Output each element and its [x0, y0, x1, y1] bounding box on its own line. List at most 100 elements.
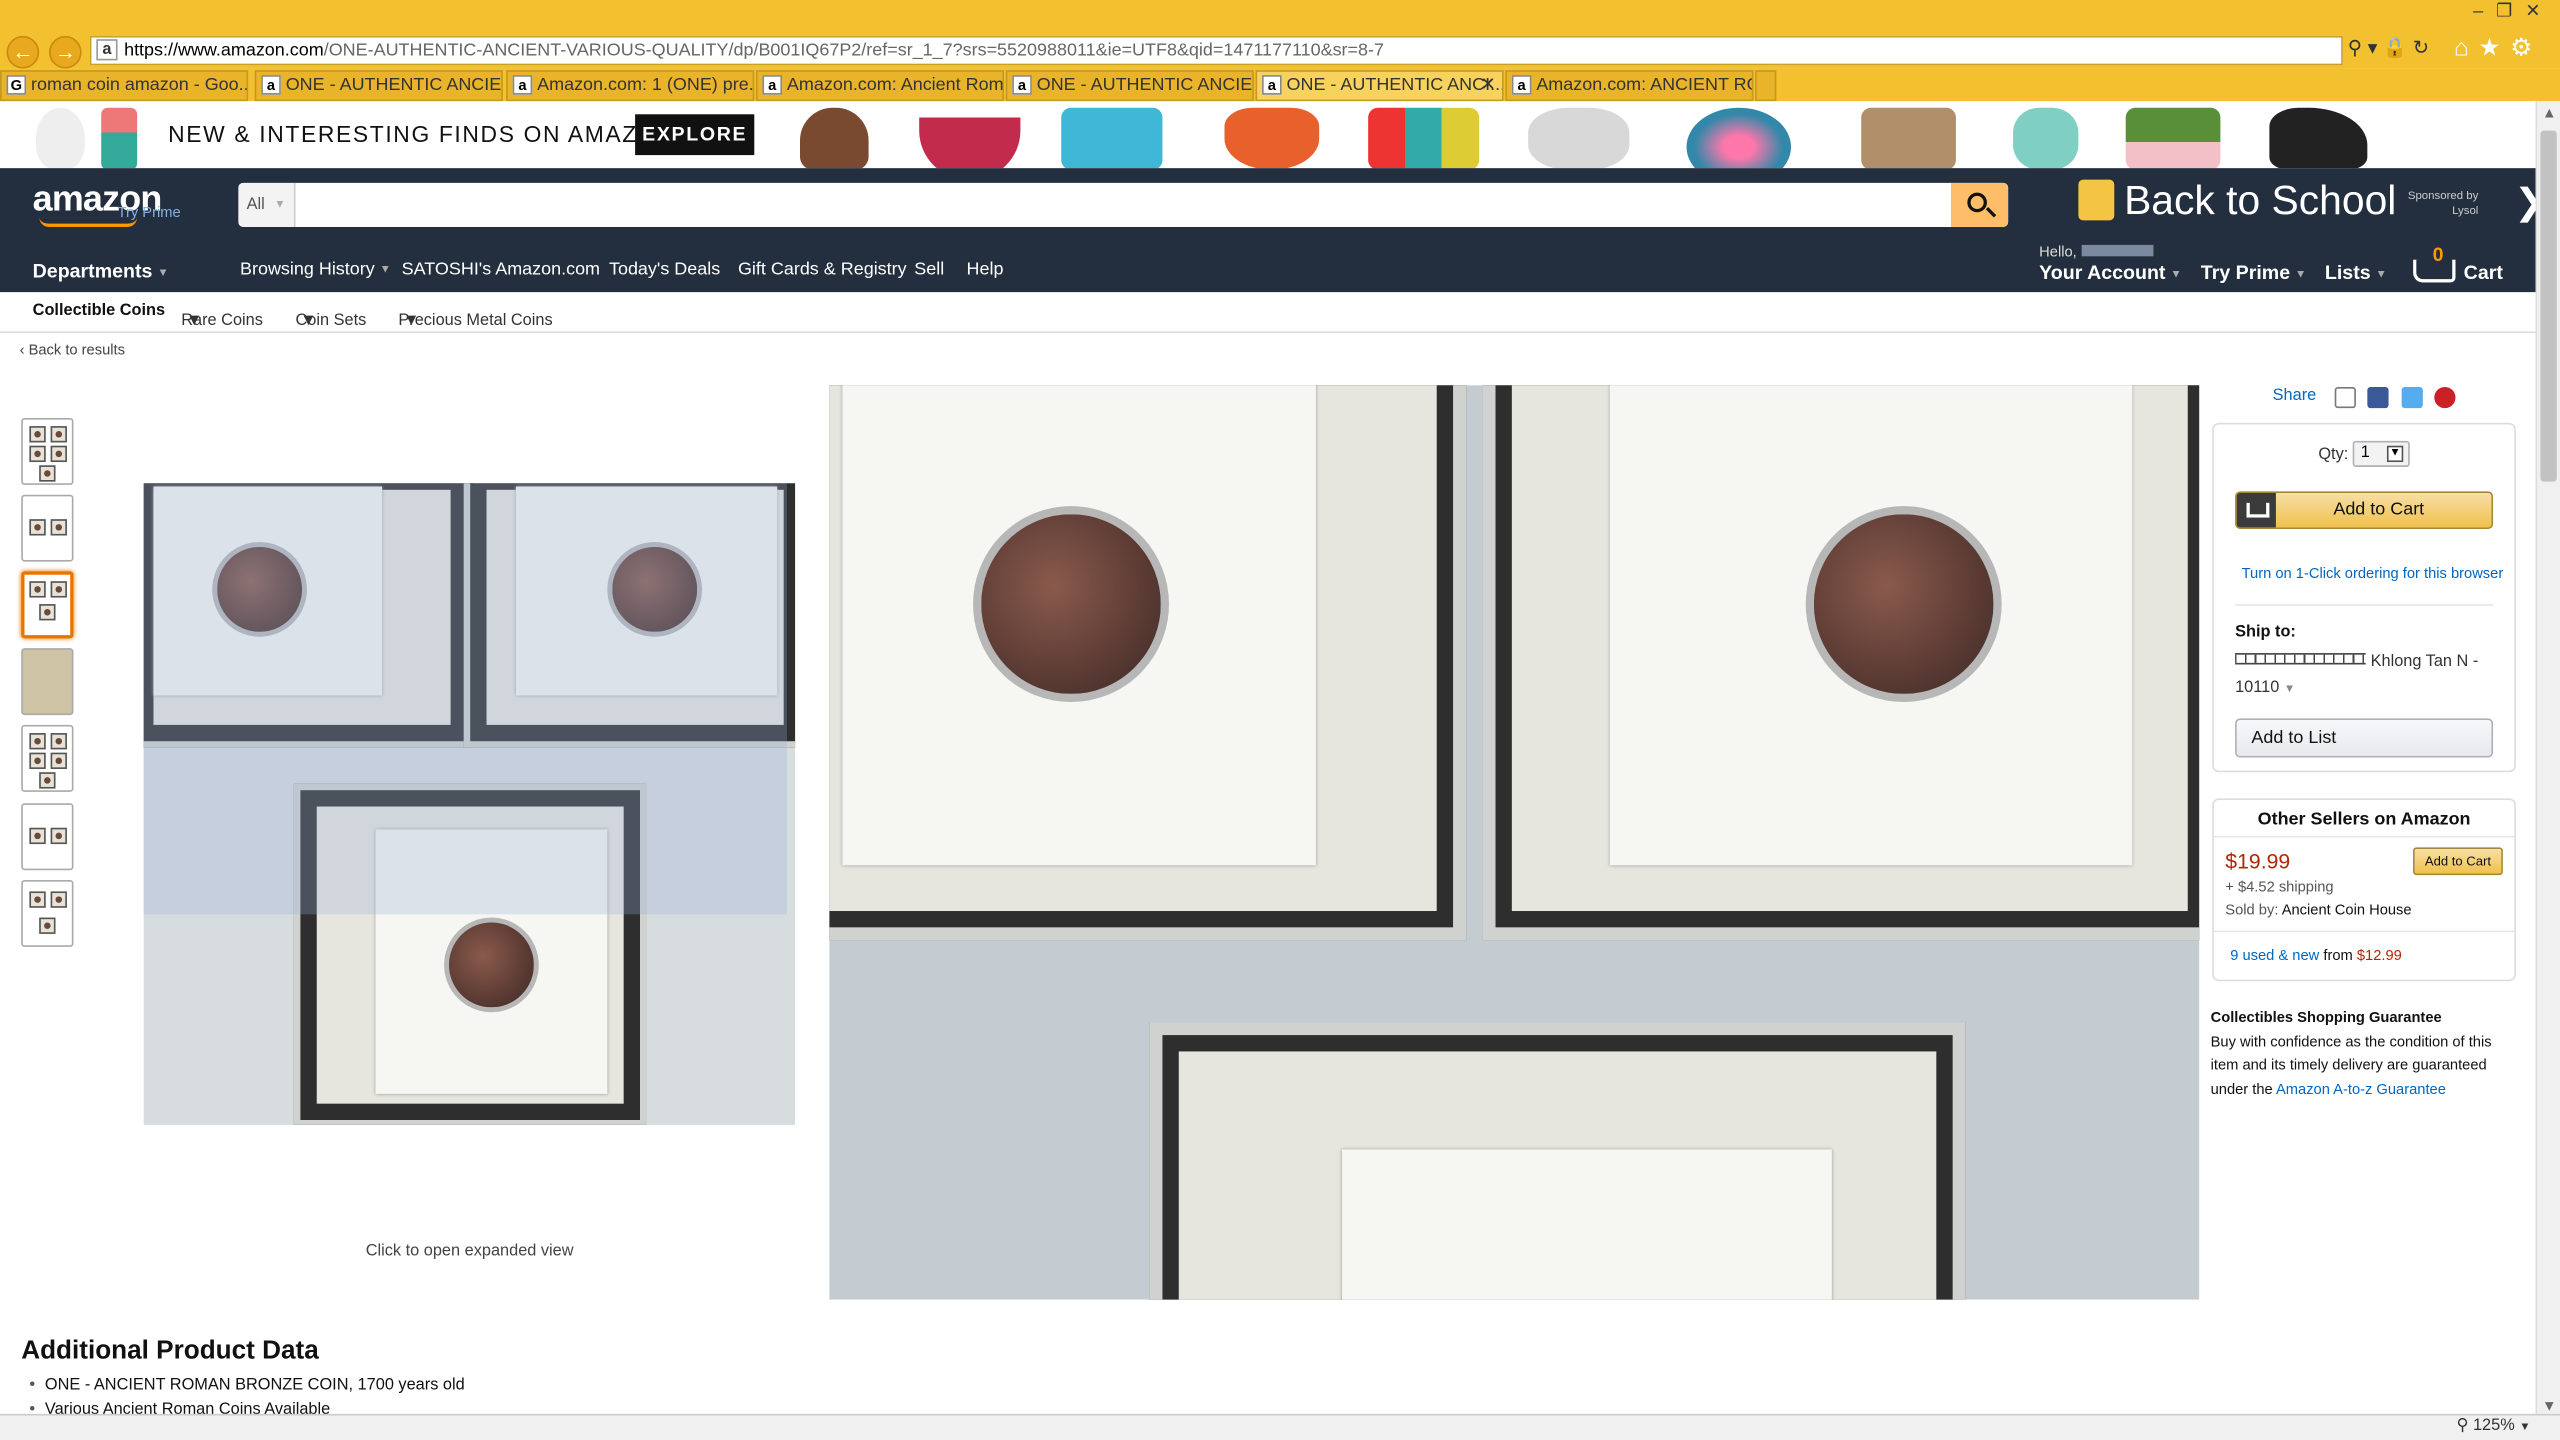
thumbnail-5[interactable] [21, 724, 74, 792]
nav-sell[interactable]: Sell [914, 260, 944, 280]
restore-icon[interactable]: ❐ [2496, 2, 2525, 22]
ship-to-address[interactable]: Khlong Tan N - [2235, 653, 2478, 671]
new-tab-button[interactable] [1755, 70, 1777, 102]
google-icon: G [6, 75, 27, 95]
favorites-star-icon[interactable]: ★ [2478, 34, 2510, 62]
qty-select[interactable]: 1 ▼ [2352, 440, 2410, 467]
share-icons [2328, 385, 2456, 409]
forward-arrow-icon[interactable]: → [48, 35, 82, 69]
email-icon[interactable] [2334, 387, 2356, 409]
thumbnail-7[interactable] [21, 879, 74, 947]
a-to-z-guarantee-link[interactable]: Amazon A-to-z Guarantee [2276, 1080, 2446, 1096]
browser-tab[interactable]: aONE - AUTHENTIC ANCIEN... [1005, 70, 1254, 102]
departments-menu[interactable]: Departments ▼ [33, 260, 169, 283]
cart-icon [2413, 259, 2456, 283]
amazon-icon: a [1262, 75, 1282, 95]
caret-down-icon: ▼ [157, 267, 169, 280]
settings-gear-icon[interactable]: ⚙ [2510, 34, 2542, 62]
thumbnail-4[interactable] [21, 648, 74, 716]
nav-browsing-history[interactable]: Browsing History ▼ [240, 260, 391, 280]
ship-city: Khlong Tan N - [2370, 653, 2479, 672]
tab-label: roman coin amazon - Goo... [31, 75, 249, 95]
subnav-collectible-coins[interactable]: Collectible Coins [33, 302, 165, 320]
close-tab-icon[interactable]: ✕ [1480, 72, 1495, 100]
thumb-card [29, 733, 46, 750]
promo-strip[interactable]: NEW & INTERESTING FINDS ON AMAZON EXPLOR… [0, 101, 2536, 169]
caret-down-icon: ▼ [2295, 269, 2307, 281]
zoom-lens-overlay [143, 483, 787, 915]
browser-tab[interactable]: a ONE - AUTHENTIC ANCI... ✕ [1255, 70, 1504, 102]
promo-box-image [1061, 107, 1163, 169]
scroll-up-icon[interactable]: ▲ [2542, 104, 2557, 120]
add-to-list-button[interactable]: Add to List [2235, 718, 2494, 758]
back-to-results-link[interactable]: ‹ Back to results [20, 341, 125, 357]
search-category-select[interactable]: All ▼ [238, 182, 296, 227]
pinterest-icon[interactable] [2434, 387, 2456, 409]
zoom-level[interactable]: ⚲ 125% ▼ [2456, 1417, 2530, 1435]
amazon-icon: a [261, 75, 281, 95]
banner-text: Back to School [2124, 177, 2397, 224]
home-icon[interactable]: ⌂ [2454, 34, 2479, 62]
refresh-icon[interactable]: ↻ [2413, 36, 2429, 59]
close-window-icon[interactable]: ✕ [2525, 2, 2553, 22]
lists-menu[interactable]: Lists ▼ [2325, 261, 2387, 284]
thumbnail-1[interactable] [21, 417, 74, 485]
ship-to-label: Ship to: [2235, 623, 2296, 642]
amazon-icon: a [1012, 75, 1032, 95]
back-to-school-banner[interactable]: Back to School [2078, 178, 2396, 225]
thumb-card [39, 917, 56, 934]
try-prime-menu[interactable]: Try Prime ▼ [2201, 261, 2307, 284]
thumbnail-3-selected[interactable] [21, 571, 74, 639]
cart-label: Cart [2463, 261, 2503, 285]
twitter-icon[interactable] [2401, 387, 2423, 409]
nav-todays-deals[interactable]: Today's Deals [609, 260, 720, 280]
amazon-nav: amazon Try Prime All ▼ Back to School Sp… [0, 168, 2544, 293]
used-new-offers: 9 used & new from $12.99 [2230, 947, 2402, 963]
search-button[interactable] [1951, 182, 2009, 227]
promo-plant-image [2125, 107, 2221, 169]
divider [2213, 835, 2515, 838]
try-prime-link[interactable]: Try Prime [118, 204, 181, 220]
thumb-card [50, 733, 67, 750]
browser-tab[interactable]: a Amazon.com: Ancient Rom... [755, 70, 1005, 102]
browser-tab[interactable]: aONE - AUTHENTIC ANCIEN... [254, 70, 503, 102]
window-buttons: –❐✕ [2473, 0, 2553, 22]
used-new-link[interactable]: 9 used & new [2230, 947, 2319, 963]
caret-down-icon: ▼ [300, 311, 317, 330]
add-to-cart-button[interactable]: Add to Cart [2235, 491, 2494, 529]
thumbnail-6[interactable] [21, 803, 74, 871]
ship-zip[interactable]: 10110 ▼ [2235, 679, 2295, 697]
seller-add-to-cart-button[interactable]: Add to Cart [2413, 847, 2503, 876]
one-click-link[interactable]: Turn on 1-Click ordering for this browse… [2242, 565, 2504, 581]
address-bar[interactable]: a https://www.amazon.com/ONE-AUTHENTIC-A… [89, 35, 2343, 66]
lock-icon: 🔒 [2382, 35, 2408, 59]
scroll-down-icon[interactable]: ▼ [2542, 1398, 2557, 1414]
your-account-menu[interactable]: Your Account ▼ [2039, 261, 2181, 284]
scrollbar-thumb[interactable] [2540, 130, 2557, 482]
url-host: https://www.amazon.com [124, 40, 324, 61]
coin-image [444, 917, 539, 1013]
dropdown-icon[interactable]: ▾ [2368, 36, 2378, 59]
minimize-icon[interactable]: – [2473, 2, 2496, 22]
nav-help[interactable]: Help [967, 260, 1004, 280]
amazon-icon: a [1511, 75, 1532, 95]
redacted-address [2235, 653, 2366, 665]
back-arrow-icon[interactable]: ← [6, 35, 40, 69]
thumb-card [29, 891, 46, 908]
add-to-cart-label: Add to Cart [2333, 499, 2425, 520]
thumbnail-2[interactable] [21, 494, 74, 562]
seller-name[interactable]: Ancient Coin House [2282, 901, 2412, 917]
browser-tab[interactable]: a Amazon.com: ANCIENT RO... [1505, 70, 1754, 102]
coin-holder [1149, 1022, 1966, 1300]
search-icon[interactable]: ⚲ [2348, 36, 2362, 59]
nav-gift-cards[interactable]: Gift Cards & Registry [738, 260, 907, 280]
facebook-icon[interactable] [2367, 387, 2390, 409]
nav-satoshis-amazon[interactable]: SATOSHI's Amazon.com [402, 260, 600, 280]
explore-button[interactable]: EXPLORE [635, 114, 755, 156]
vertical-scrollbar[interactable]: ▲ ▼ [2535, 101, 2560, 1418]
browser-tab[interactable]: Groman coin amazon - Goo... [0, 70, 249, 102]
status-bar: ⚲ 125% ▼ [0, 1413, 2560, 1440]
browser-tab[interactable]: a Amazon.com: 1 (ONE) pre... [506, 70, 755, 102]
promo-mug-image [1528, 107, 1630, 169]
promo-fox-image [1224, 107, 1320, 169]
